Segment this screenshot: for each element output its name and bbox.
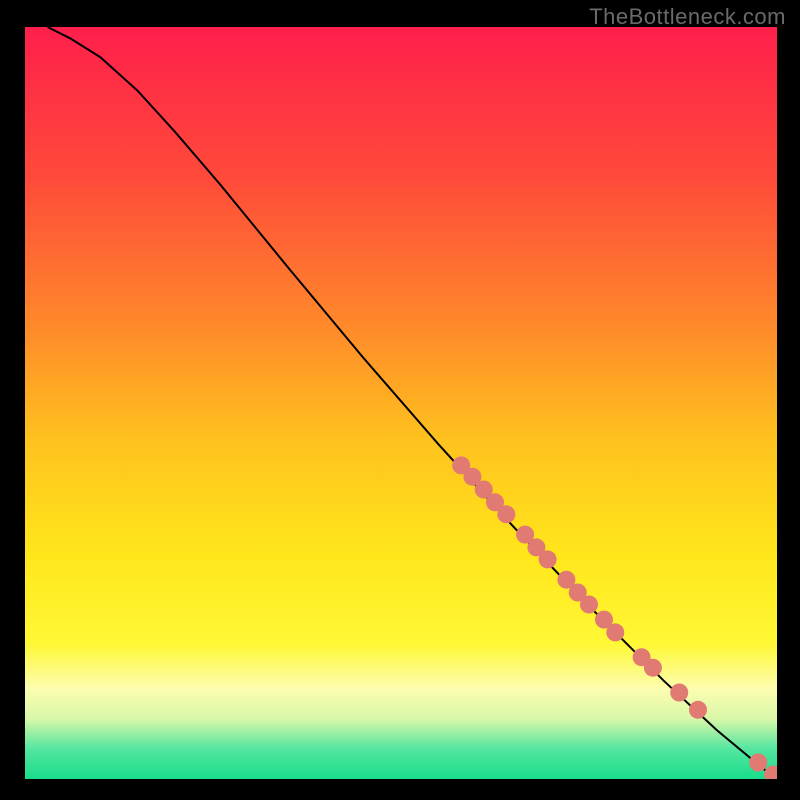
marker-point	[749, 754, 767, 772]
watermark-text: TheBottleneck.com	[589, 4, 786, 30]
marker-point	[606, 623, 624, 641]
chart-stage: TheBottleneck.com	[0, 0, 800, 800]
plot-background	[25, 27, 777, 779]
marker-point	[772, 768, 790, 786]
marker-point	[580, 596, 598, 614]
marker-point	[689, 701, 707, 719]
marker-point	[644, 659, 662, 677]
bottleneck-chart	[0, 0, 800, 800]
marker-point	[670, 684, 688, 702]
marker-point	[539, 550, 557, 568]
marker-point	[497, 505, 515, 523]
